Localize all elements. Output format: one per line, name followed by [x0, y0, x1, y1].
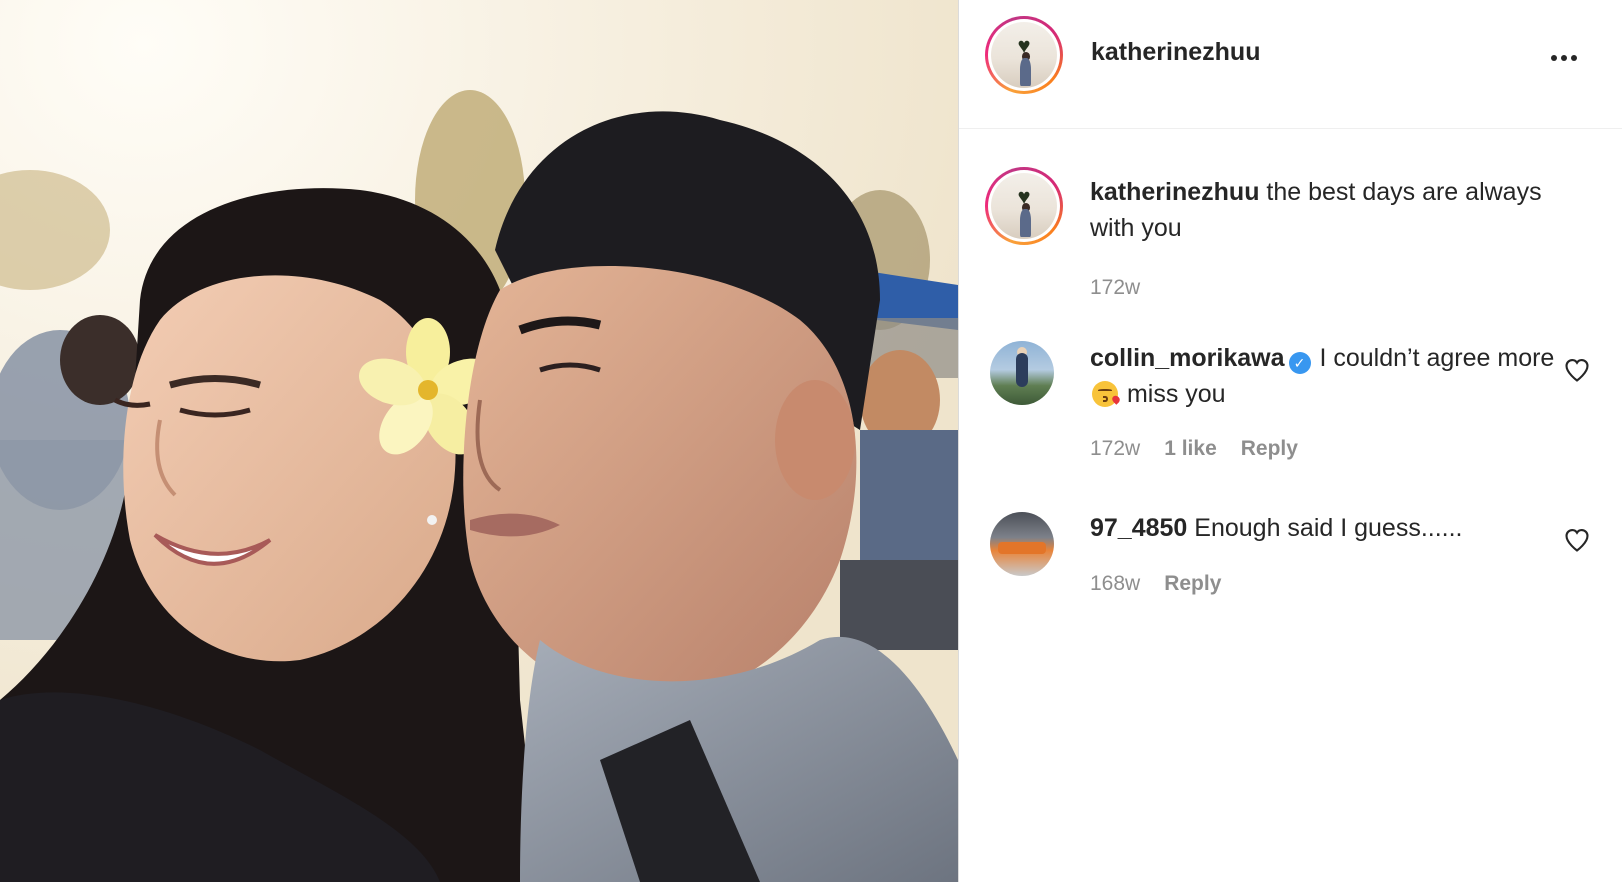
reply-button[interactable]: Reply: [1164, 572, 1221, 596]
comment-avatar-collin[interactable]: [990, 341, 1054, 405]
post-sidebar: ♥ katherinezhuu ♥ katherinezhuu the best…: [959, 0, 1622, 882]
post-header: ♥ katherinezhuu: [959, 0, 1622, 129]
comment-timestamp[interactable]: 172w: [1090, 437, 1140, 461]
comment-text-tail: miss you: [1120, 380, 1226, 408]
comment-timestamp[interactable]: 168w: [1090, 572, 1140, 596]
author-avatar[interactable]: ♥: [985, 16, 1063, 94]
more-options-icon[interactable]: [1544, 38, 1584, 78]
comment-avatar-97_4850[interactable]: [990, 512, 1054, 576]
caption-avatar[interactable]: ♥: [985, 167, 1063, 245]
avatar-image: ♥: [991, 22, 1057, 88]
comment-likes[interactable]: 1 like: [1164, 437, 1217, 461]
caption: katherinezhuu the best days are always w…: [1090, 174, 1560, 246]
comment-text: I couldn’t agree more: [1312, 344, 1555, 372]
author-username[interactable]: katherinezhuu: [1091, 38, 1260, 67]
caption-username[interactable]: katherinezhuu: [1090, 178, 1259, 206]
comment-meta: 168w Reply: [1090, 572, 1221, 596]
caption-timestamp[interactable]: 172w: [1090, 276, 1140, 300]
comment-collin: collin_morikawa ✓ I couldn’t agree more m…: [1090, 340, 1560, 412]
verified-badge-icon: ✓: [1288, 352, 1311, 374]
comment-text: Enough said I guess......: [1187, 514, 1463, 542]
kissing-face-emoji-icon: [1092, 381, 1118, 407]
avatar-image: ♥: [991, 173, 1057, 239]
photo-illustration: [0, 0, 958, 882]
post-photo[interactable]: [0, 0, 958, 882]
heart-outline-icon[interactable]: [1563, 356, 1591, 384]
reply-button[interactable]: Reply: [1241, 437, 1298, 461]
comment-97_4850: 97_4850 Enough said I guess......: [1090, 510, 1560, 546]
comment-username[interactable]: 97_4850: [1090, 514, 1187, 542]
comment-meta: 172w 1 like Reply: [1090, 437, 1298, 461]
heart-outline-icon[interactable]: [1563, 526, 1591, 554]
comment-username[interactable]: collin_morikawa: [1090, 344, 1285, 372]
